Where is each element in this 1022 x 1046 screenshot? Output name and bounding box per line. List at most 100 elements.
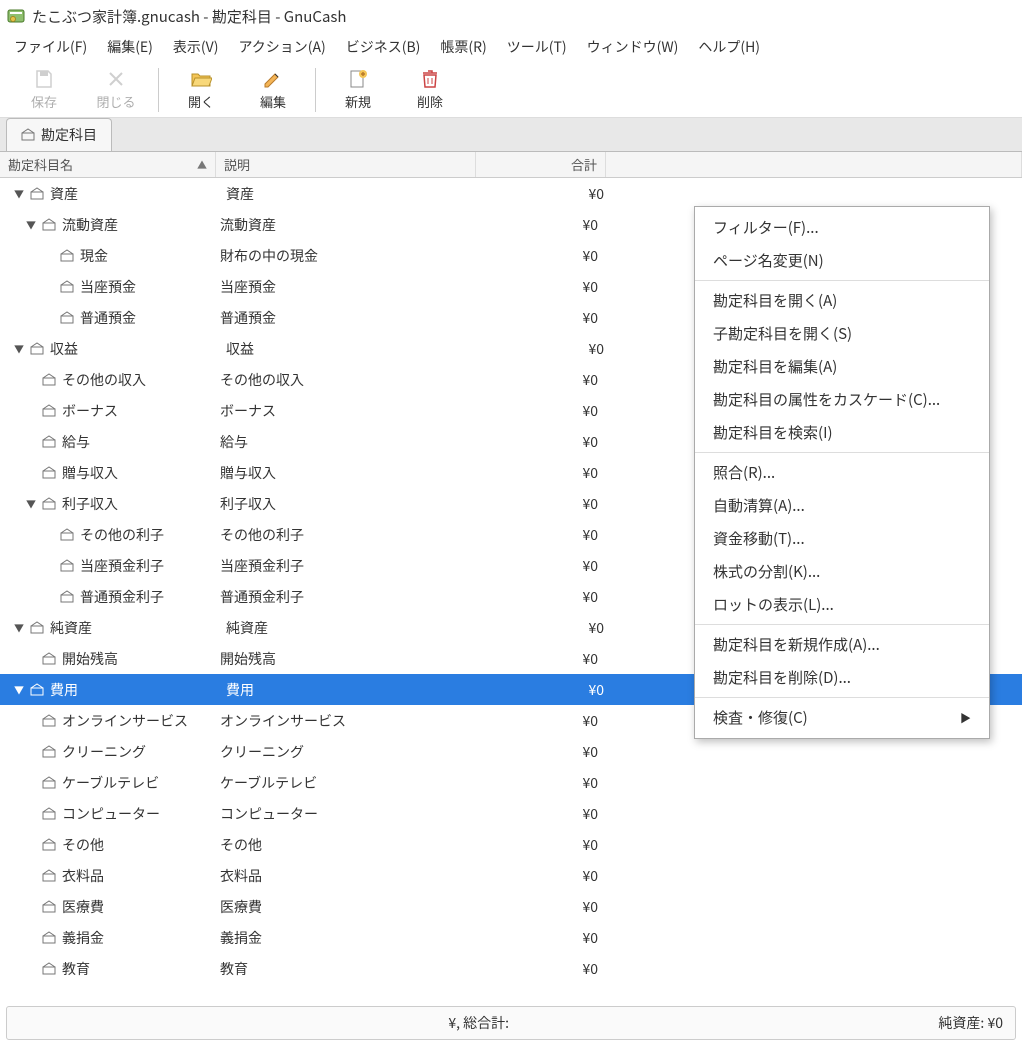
account-total: ¥0 [476,308,606,328]
toolbar-new-button[interactable]: 新規 [322,64,394,116]
context-menu-item[interactable]: 資金移動(T)... [695,522,989,555]
toolbar-open-button[interactable]: 開く [165,64,237,116]
account-description: 衣料品 [216,866,476,886]
accounts-icon [21,128,35,142]
account-total: ¥0 [476,556,606,576]
account-description: クリーニング [216,742,476,762]
context-menu-separator [695,624,989,625]
account-total: ¥0 [476,370,606,390]
account-row[interactable]: 医療費医療費¥0 [0,891,1022,922]
account-description: 利子収入 [216,494,476,514]
account-total: ¥0 [476,401,606,421]
account-row[interactable]: 教育教育¥0 [0,953,1022,984]
account-icon [42,838,56,852]
account-total: ¥0 [476,928,606,948]
toolbar-save-button: 保存 [8,64,80,116]
account-description: 贈与収入 [216,463,476,483]
context-menu-item[interactable]: 株式の分割(K)... [695,555,989,588]
toolbar-edit-button[interactable]: 編集 [237,64,309,116]
menu-actions[interactable]: アクション(A) [228,33,335,61]
context-menu-item[interactable]: 勘定科目の属性をカスケード(C)... [695,383,989,416]
context-menu-item[interactable]: 検査・修復(C)▶ [695,701,989,734]
account-icon [42,466,56,480]
expander-icon[interactable]: ▼ [12,186,26,201]
context-menu-item[interactable]: 子勘定科目を開く(S) [695,317,989,350]
account-description: 普通預金 [216,308,476,328]
menu-reports[interactable]: 帳票(R) [430,33,496,61]
account-description: 費用 [222,680,482,700]
expander-icon[interactable]: ▼ [24,217,38,232]
context-menu-item[interactable]: 勘定科目を検索(I) [695,416,989,449]
account-total: ¥0 [476,835,606,855]
context-menu-separator [695,452,989,453]
account-total: ¥0 [476,463,606,483]
account-row[interactable]: その他その他¥0 [0,829,1022,860]
account-icon [60,249,74,263]
expander-icon[interactable]: ▼ [12,682,26,697]
account-name: クリーニング [62,742,146,762]
account-icon [42,931,56,945]
account-row[interactable]: コンピューターコンピューター¥0 [0,798,1022,829]
account-icon [42,714,56,728]
account-description: 資産 [222,184,482,204]
account-description: 開始残高 [216,649,476,669]
account-name: 費用 [50,680,78,700]
account-name: 当座預金 [80,277,136,297]
account-total: ¥0 [482,184,612,204]
menu-tools[interactable]: ツール(T) [497,33,577,61]
menu-business[interactable]: ビジネス(B) [336,33,431,61]
account-total: ¥0 [482,618,612,638]
account-name: 教育 [62,959,90,979]
menu-view[interactable]: 表示(V) [163,33,229,61]
status-net-assets: 純資産: ¥0 [938,1013,1003,1033]
context-menu-item[interactable]: 照合(R)... [695,456,989,489]
account-row[interactable]: クリーニングクリーニング¥0 [0,736,1022,767]
column-header-description[interactable]: 説明 [216,152,476,177]
toolbar-delete-button[interactable]: 削除 [394,64,466,116]
account-total: ¥0 [476,587,606,607]
context-menu-item[interactable]: ロットの表示(L)... [695,588,989,621]
account-row[interactable]: 衣料品衣料品¥0 [0,860,1022,891]
context-menu-item[interactable]: ページ名変更(N) [695,244,989,277]
account-name: 収益 [50,339,78,359]
tab-accounts[interactable]: 勘定科目 [6,118,112,151]
title-bar: たこぶつ家計簿.gnucash - 勘定科目 - GnuCash [0,0,1022,32]
menu-file[interactable]: ファイル(F) [4,33,97,61]
account-icon [42,404,56,418]
account-name: オンラインサービス [62,711,188,731]
context-menu-item[interactable]: 勘定科目を新規作成(A)... [695,628,989,661]
context-menu-item[interactable]: 勘定科目を削除(D)... [695,661,989,694]
window-title: たこぶつ家計簿.gnucash - 勘定科目 - GnuCash [32,6,347,27]
account-icon [42,869,56,883]
column-header-total[interactable]: 合計 [476,152,606,177]
context-menu-item[interactable]: 自動清算(A)... [695,489,989,522]
account-description: 純資産 [222,618,482,638]
account-total: ¥0 [476,897,606,917]
account-icon [42,373,56,387]
expander-icon[interactable]: ▼ [24,496,38,511]
context-menu-item[interactable]: 勘定科目を開く(A) [695,284,989,317]
column-header-name[interactable]: 勘定科目名 ▲ [0,152,216,177]
menu-windows[interactable]: ウィンドウ(W) [577,33,689,61]
account-icon [30,683,44,697]
toolbar-separator [315,68,316,112]
account-total: ¥0 [476,959,606,979]
account-description: 財布の中の現金 [216,246,476,266]
account-description: 教育 [216,959,476,979]
account-name: 資産 [50,184,78,204]
menu-edit[interactable]: 編集(E) [97,33,163,61]
account-row[interactable]: ケーブルテレビケーブルテレビ¥0 [0,767,1022,798]
sort-ascending-icon: ▲ [197,157,207,172]
account-row[interactable]: ▼資産資産¥0 [0,178,1022,209]
menu-bar: ファイル(F) 編集(E) 表示(V) アクション(A) ビジネス(B) 帳票(… [0,32,1022,62]
account-name: その他の収入 [62,370,146,390]
account-total: ¥0 [476,866,606,886]
menu-help[interactable]: ヘルプ(H) [688,33,770,61]
account-name: 現金 [80,246,108,266]
column-header-rest [606,152,1022,177]
context-menu-item[interactable]: 勘定科目を編集(A) [695,350,989,383]
account-row[interactable]: 義捐金義捐金¥0 [0,922,1022,953]
expander-icon[interactable]: ▼ [12,620,26,635]
context-menu-item[interactable]: フィルター(F)... [695,211,989,244]
expander-icon[interactable]: ▼ [12,341,26,356]
